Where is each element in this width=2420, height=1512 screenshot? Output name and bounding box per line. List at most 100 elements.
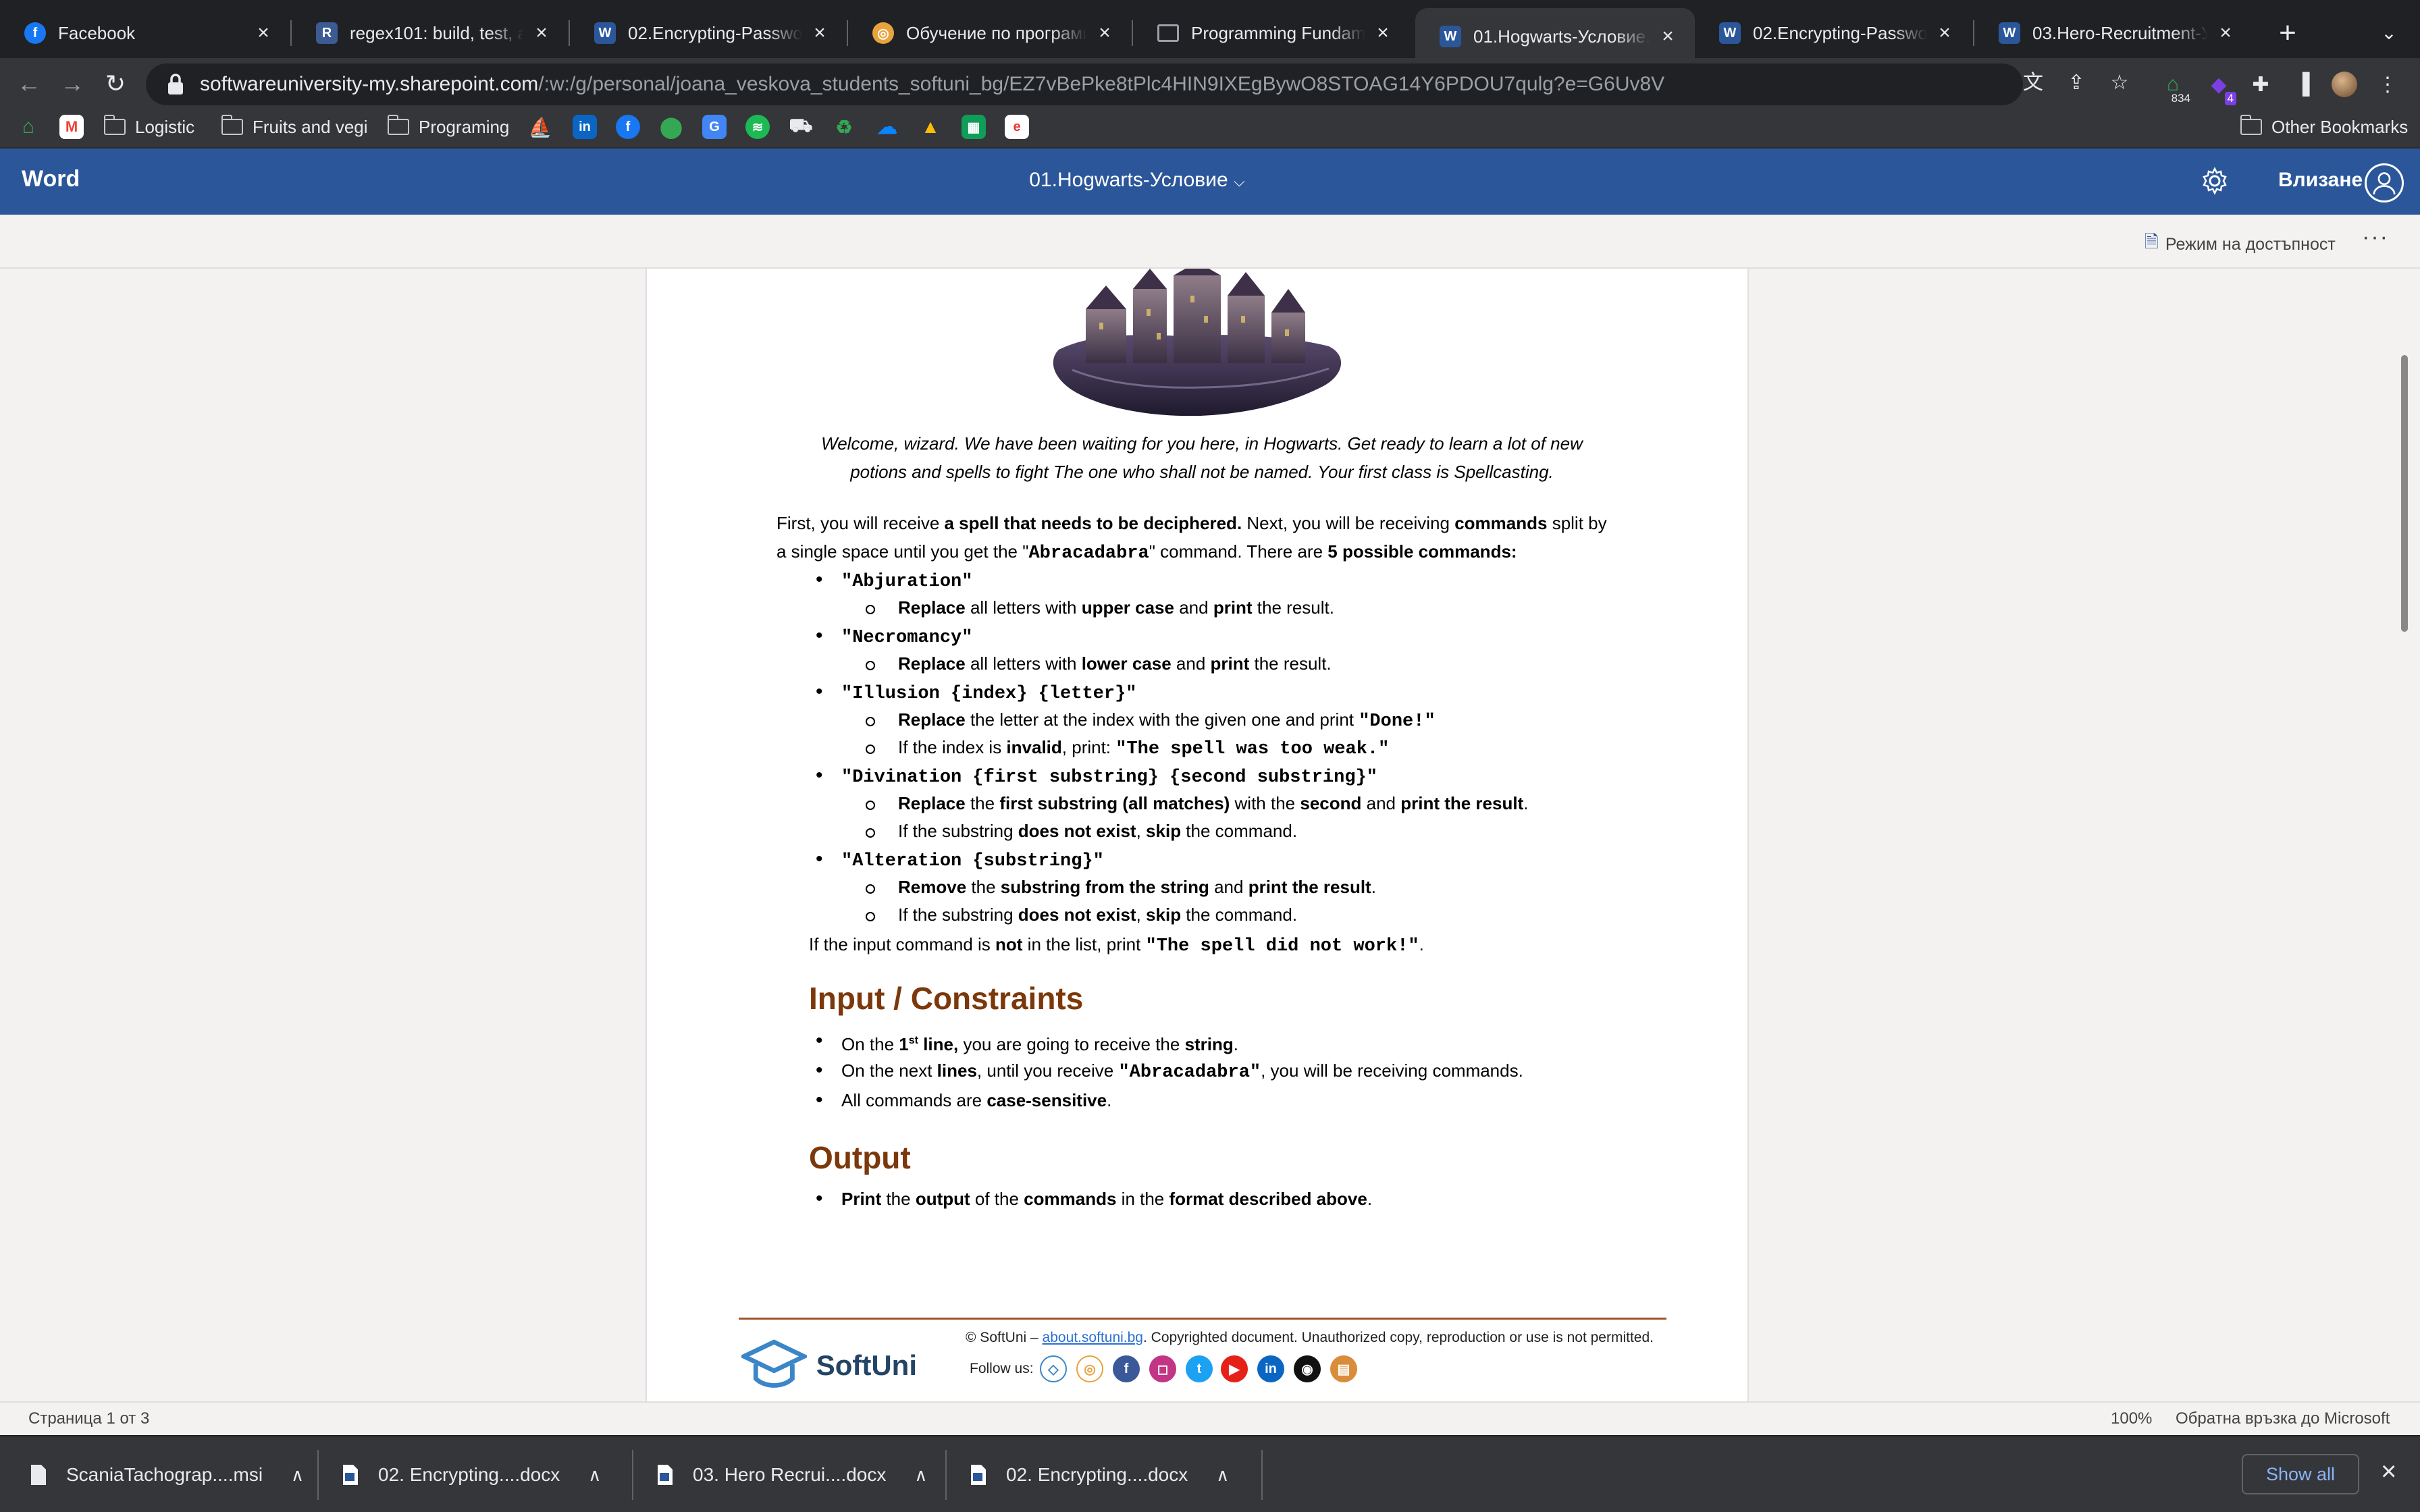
bookmark-folder-fruits[interactable]: Fruits and vegi bbox=[221, 113, 368, 140]
tab-regex101[interactable]: R regex101: build, test, and debug regex… bbox=[292, 8, 569, 58]
close-icon[interactable]: × bbox=[1932, 22, 1957, 45]
tab-search-button[interactable]: ⌄ bbox=[2370, 15, 2408, 53]
tab-title: 02.Encrypting-Password-Условие bbox=[1753, 22, 1927, 43]
list-item: On the 1st line, you are going to receiv… bbox=[809, 1026, 1619, 1056]
user-avatar-icon[interactable] bbox=[2365, 163, 2404, 202]
tab-hogwarts-active[interactable]: W 01.Hogwarts-Условие.docx × bbox=[1415, 8, 1695, 65]
facebook-icon[interactable]: f bbox=[1113, 1355, 1140, 1382]
bookmark-sharepoint-icon[interactable]: ⛵ bbox=[528, 115, 552, 139]
spotify-icon[interactable]: ≋ bbox=[745, 115, 770, 139]
chevron-up-icon[interactable]: ∧ bbox=[291, 1465, 304, 1486]
bookmark-star-icon[interactable]: ☆ bbox=[2104, 68, 2135, 99]
document-canvas: Welcome, wizard. We have been waiting fo… bbox=[0, 269, 2420, 1401]
download-item[interactable]: ScaniaTachograp....msi ∧ bbox=[30, 1449, 304, 1501]
more-options-button[interactable]: ··· bbox=[2362, 224, 2389, 250]
close-icon[interactable]: × bbox=[808, 22, 832, 45]
softuni-creative-icon[interactable]: ◎ bbox=[1076, 1355, 1103, 1382]
close-icon[interactable]: × bbox=[529, 22, 554, 45]
close-icon[interactable]: × bbox=[2381, 1457, 2396, 1487]
word-status-bar: Страница 1 от 3 100% Обратна връзка до M… bbox=[0, 1401, 2420, 1435]
browser-toolbar: ← → ↻ softwareuniversity-my.sharepoint.c… bbox=[0, 58, 2420, 111]
document-title[interactable]: 01.Hogwarts-Условие ⌵ bbox=[0, 169, 2274, 192]
bookmark-label: Fruits and vegi bbox=[253, 116, 368, 137]
close-icon[interactable]: × bbox=[1371, 22, 1395, 45]
translate-icon[interactable]: 文 bbox=[2018, 68, 2049, 99]
vertical-scrollbar[interactable] bbox=[2401, 355, 2408, 632]
side-panel-icon[interactable]: ▐ bbox=[2284, 65, 2321, 104]
tab-facebook[interactable]: f Facebook × bbox=[0, 8, 290, 58]
other-bookmarks[interactable]: Other Bookmarks bbox=[2240, 113, 2408, 140]
profile-avatar[interactable] bbox=[2325, 65, 2363, 104]
tab-obuchenie[interactable]: ◎ Обучение по програмиране × bbox=[848, 8, 1132, 58]
linkedin-icon[interactable]: in bbox=[573, 115, 597, 139]
recycle-icon[interactable]: ♻ bbox=[832, 115, 856, 139]
chevron-up-icon[interactable]: ∧ bbox=[914, 1465, 927, 1486]
tab-encrypting-password[interactable]: W 02.Encrypting-Password-Условие × bbox=[570, 8, 847, 58]
gear-icon[interactable] bbox=[2199, 165, 2231, 197]
extensions-puzzle-icon[interactable]: ✚ bbox=[2242, 65, 2280, 104]
softuni-logo-icon bbox=[741, 1339, 807, 1388]
document-title-text: 01.Hogwarts-Условие bbox=[1029, 169, 1228, 191]
new-tab-button[interactable]: + bbox=[2269, 15, 2307, 53]
sheets-icon[interactable]: ▦ bbox=[962, 115, 986, 139]
download-item[interactable]: 02. Encrypting....docx ∧ bbox=[342, 1449, 601, 1501]
linkedin-icon[interactable]: in bbox=[1257, 1355, 1284, 1382]
share-icon[interactable]: ⇪ bbox=[2061, 68, 2092, 99]
tab-encrypting-password-2[interactable]: W 02.Encrypting-Password-Условие × bbox=[1695, 8, 1972, 58]
google-drive-icon[interactable]: ▲ bbox=[918, 115, 943, 139]
close-icon[interactable]: × bbox=[251, 22, 275, 45]
folder-icon bbox=[387, 115, 409, 135]
tab-hero-recruitment[interactable]: W 03.Hero-Recruitment-Условие × bbox=[1974, 8, 2253, 58]
youtube-icon[interactable]: ▶ bbox=[1221, 1355, 1248, 1382]
maps-icon[interactable]: ⬤ bbox=[659, 115, 683, 139]
chevron-up-icon[interactable]: ∧ bbox=[1216, 1465, 1229, 1486]
facebook-icon[interactable]: f bbox=[616, 115, 640, 139]
address-bar[interactable]: softwareuniversity-my.sharepoint.com/:w:… bbox=[146, 63, 2023, 105]
car-icon[interactable]: ⛟ bbox=[789, 115, 813, 139]
list-item: If the substring does not exist, skip th… bbox=[809, 901, 1619, 929]
browser-menu-icon[interactable]: ⋮ bbox=[2369, 65, 2406, 104]
github-icon[interactable]: ◉ bbox=[1294, 1355, 1321, 1382]
translate-icon[interactable]: G bbox=[702, 115, 727, 139]
tab-programming-fundamentals[interactable]: Programming Fundamentals × bbox=[1133, 8, 1410, 58]
extension-badge-icon[interactable]: ⌂ 834 bbox=[2154, 65, 2192, 105]
bookmark-folder-logistic[interactable]: Logistic bbox=[103, 113, 194, 140]
about-softuni-link[interactable]: about.softuni.bg bbox=[1043, 1330, 1143, 1345]
feedback-link[interactable]: Обратна връзка до Microsoft bbox=[2176, 1409, 2390, 1428]
onedrive-icon[interactable]: ☁ bbox=[875, 115, 899, 139]
sign-in-button[interactable]: Влизане bbox=[2278, 169, 2363, 192]
folder-icon bbox=[103, 115, 126, 135]
forward-button[interactable]: → bbox=[53, 65, 92, 104]
tab-title: 01.Hogwarts-Условие.docx bbox=[1473, 26, 1650, 47]
list-item: Remove the substring from the string and… bbox=[809, 873, 1619, 901]
download-item[interactable]: 03. Hero Recrui....docx ∧ bbox=[656, 1449, 927, 1501]
chevron-up-icon[interactable]: ∧ bbox=[588, 1465, 601, 1486]
file-icon bbox=[31, 1465, 46, 1485]
intro-line-2: potions and spells to fight The one who … bbox=[850, 462, 1554, 482]
instagram-icon[interactable]: ◻ bbox=[1149, 1355, 1176, 1382]
bookmark-folder-programing[interactable]: Programing bbox=[387, 113, 509, 140]
softuni-social-icon[interactable]: ◇ bbox=[1040, 1355, 1067, 1382]
accessibility-mode-button[interactable]: 🗎 Режим на достъпност bbox=[2145, 230, 2336, 259]
word-icon: W bbox=[1440, 26, 1461, 47]
back-button[interactable]: ← bbox=[9, 65, 49, 104]
task-description: First, you will receive a spell that nee… bbox=[777, 513, 1607, 564]
reload-button[interactable]: ↻ bbox=[96, 65, 135, 104]
download-item[interactable]: 02. Encrypting....docx ∧ bbox=[970, 1449, 1229, 1501]
invalid-command-note: If the input command is not in the list,… bbox=[809, 934, 1424, 956]
close-icon[interactable]: × bbox=[2213, 22, 2238, 45]
close-icon[interactable]: × bbox=[1093, 22, 1117, 45]
show-all-downloads-button[interactable]: Show all bbox=[2242, 1454, 2360, 1494]
folder-icon bbox=[2240, 115, 2262, 135]
gmail-icon[interactable]: M bbox=[59, 115, 84, 139]
blog-icon[interactable]: ▤ bbox=[1330, 1355, 1357, 1382]
softuni-icon: ◎ bbox=[872, 22, 894, 44]
extension-purple-icon[interactable]: ◆ 4 bbox=[2200, 65, 2238, 105]
twitter-icon[interactable]: t bbox=[1186, 1355, 1213, 1382]
download-separator bbox=[1261, 1450, 1263, 1500]
close-icon[interactable]: × bbox=[1656, 25, 1680, 48]
zoom-level[interactable]: 100% bbox=[2111, 1409, 2152, 1428]
bookmark-red-icon[interactable]: e bbox=[1005, 115, 1029, 139]
home-icon[interactable]: ⌂ bbox=[16, 115, 41, 139]
word-icon: W bbox=[594, 22, 616, 44]
